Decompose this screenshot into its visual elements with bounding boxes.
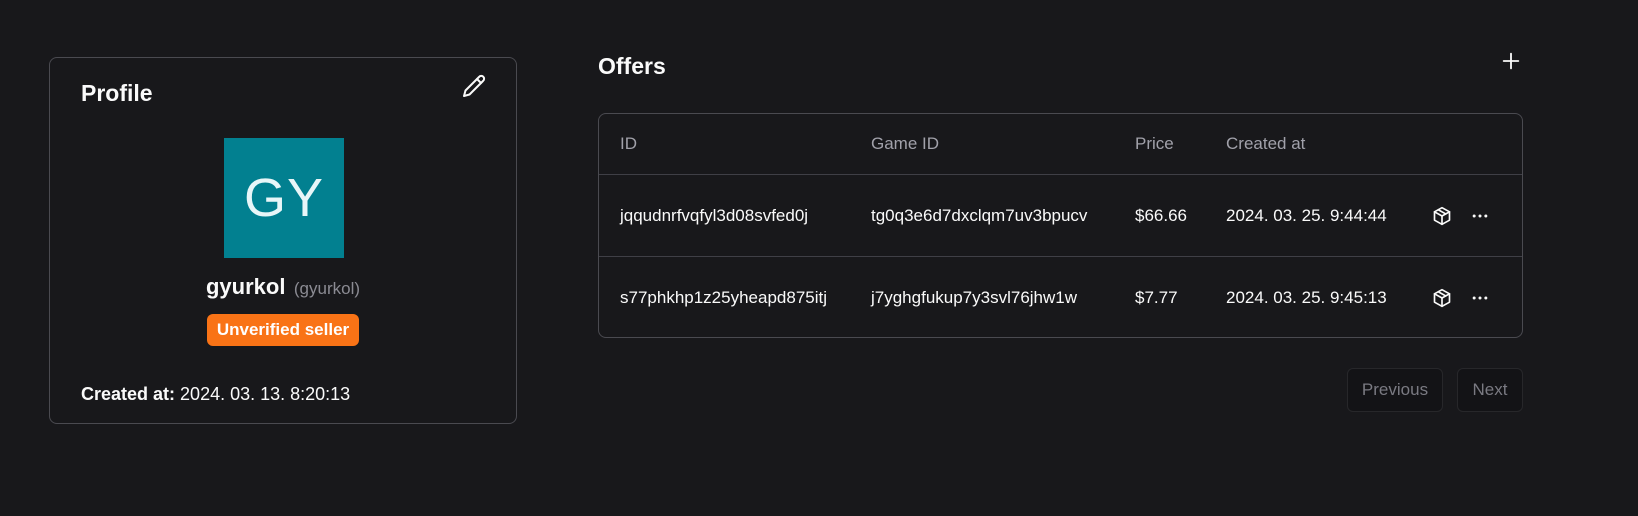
profile-created-at: Created at: 2024. 03. 13. 8:20:13 — [81, 384, 350, 405]
next-page-button[interactable]: Next — [1457, 368, 1523, 412]
row-actions-button[interactable] — [1467, 257, 1493, 337]
package-button[interactable] — [1429, 257, 1455, 337]
game-id-cell: tg0q3e6d7dxclqm7uv3bpucv — [871, 205, 1088, 225]
price-cell: $7.77 — [1135, 287, 1178, 307]
avatar: GY — [224, 138, 344, 258]
username: gyurkol — [205, 274, 286, 299]
profile-card: Profile GY gyurkol (gyurkol) Unverified … — [49, 57, 517, 424]
pencil-icon — [463, 74, 486, 97]
more-horizontal-icon — [1472, 296, 1488, 299]
avatar-initials: GY — [243, 168, 325, 228]
offer-id-cell: s77phkhp1z25yheapd875itj — [620, 287, 828, 307]
row-actions-button[interactable] — [1467, 175, 1493, 256]
created-at-cell: 2024. 03. 25. 9:44:44 — [1226, 205, 1387, 225]
offers-title: Offers — [598, 53, 666, 79]
column-header-id[interactable]: ID — [620, 114, 637, 174]
table-row[interactable]: s77phkhp1z25yheapd875itj j7yghgfukup7y3s… — [599, 257, 1522, 337]
column-header-price[interactable]: Price — [1135, 114, 1174, 174]
package-button[interactable] — [1429, 175, 1455, 256]
more-horizontal-icon — [1472, 214, 1488, 217]
edit-profile-button[interactable] — [460, 72, 488, 100]
game-id-cell: j7yghgfukup7y3svl76jhw1w — [871, 287, 1078, 307]
column-header-created-at[interactable]: Created at — [1226, 114, 1305, 174]
package-icon — [1433, 206, 1451, 225]
plus-icon — [1502, 52, 1520, 70]
column-header-game-id[interactable]: Game ID — [871, 114, 939, 174]
offers-table: ID Game ID Price Created at jqqudnrfvqfy… — [598, 113, 1523, 338]
table-header-row: ID Game ID Price Created at — [599, 114, 1522, 175]
offer-id-cell: jqqudnrfvqfyl3d08svfed0j — [620, 205, 809, 225]
package-icon — [1433, 288, 1451, 307]
user-handle: (gyurkol) — [293, 279, 361, 298]
profile-title: Profile — [81, 80, 153, 106]
add-offer-button[interactable] — [1497, 47, 1525, 75]
created-at-cell: 2024. 03. 25. 9:45:13 — [1226, 287, 1387, 307]
table-row[interactable]: jqqudnrfvqfyl3d08svfed0j tg0q3e6d7dxclqm… — [599, 175, 1522, 257]
previous-page-button[interactable]: Previous — [1347, 368, 1443, 412]
created-at-value: 2024. 03. 13. 8:20:13 — [180, 384, 351, 404]
status-badge: Unverified seller — [206, 314, 360, 346]
user-line: gyurkol (gyurkol) — [50, 274, 516, 300]
created-at-label: Created at: — [81, 384, 176, 404]
price-cell: $66.66 — [1135, 205, 1187, 225]
